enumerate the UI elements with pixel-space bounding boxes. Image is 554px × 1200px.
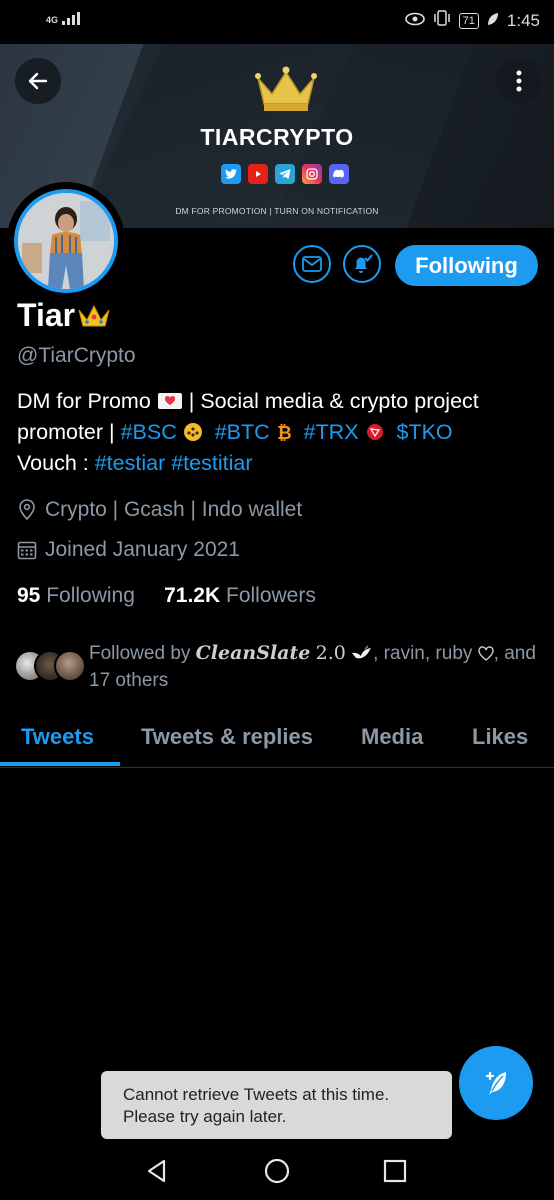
location-pin-icon <box>19 499 35 521</box>
follower-name: CleanSlate <box>195 642 311 664</box>
bio-text: DM for Promo <box>17 389 151 413</box>
nav-recents-icon[interactable] <box>382 1158 408 1184</box>
twitter-icon <box>221 164 241 184</box>
banner-brand: TIARCRYPTO <box>200 124 354 150</box>
svg-text:₿: ₿ <box>277 423 292 442</box>
profile-bio: DM for Promo | Social media & crypto pro… <box>17 386 547 479</box>
compose-feather-icon <box>485 1071 506 1095</box>
active-tab-indicator <box>0 762 120 766</box>
following-count-link[interactable]: 95 Following <box>17 584 135 607</box>
following-button[interactable]: Following <box>395 245 538 286</box>
notifications-button[interactable] <box>343 245 381 283</box>
followed-by-others: 17 others <box>89 670 169 691</box>
toast-line-2: Please try again later. <box>123 1107 287 1126</box>
envelope-icon <box>302 256 322 272</box>
more-options-button[interactable] <box>496 58 542 104</box>
tab-likes[interactable]: Likes <box>472 724 528 750</box>
back-button[interactable] <box>15 58 61 104</box>
followed-by-text: Followed by CleanSlate 2.0 , ravin, ruby… <box>89 640 549 694</box>
bell-check-icon <box>355 254 373 273</box>
followed-by-and: , and <box>493 643 536 664</box>
bio-text: promoter | <box>17 420 115 444</box>
tron-coin-icon <box>366 424 383 440</box>
profile-tabs: Tweets Tweets & replies Media Likes <box>0 718 554 768</box>
bitcoin-icon: ₿ <box>277 423 292 442</box>
tab-tweets-replies[interactable]: Tweets & replies <box>141 724 313 750</box>
leaf-icon <box>487 11 499 31</box>
discord-icon <box>329 164 349 184</box>
signal-indicator: 4G <box>46 12 81 25</box>
avatar <box>54 650 86 682</box>
followers-count: 71.2K <box>164 584 221 607</box>
clock-time: 1:45 <box>506 10 540 30</box>
following-count: 95 <box>17 584 41 607</box>
crown-logo <box>255 66 317 111</box>
hashtag-trx[interactable]: #TRX <box>304 420 359 444</box>
telegram-icon <box>275 164 295 184</box>
bio-text: | Social media & crypto project <box>188 389 479 413</box>
arrow-left-icon <box>28 72 48 90</box>
bio-text: Vouch : <box>17 451 89 475</box>
dove-icon <box>352 645 372 659</box>
signal-icon <box>62 12 81 25</box>
profile-name: Tiar <box>17 297 76 333</box>
profile-avatar[interactable] <box>11 186 121 296</box>
cashtag-tko[interactable]: $TKO <box>397 420 453 444</box>
instagram-icon <box>302 164 322 184</box>
error-toast: Cannot retrieve Tweets at this time. Ple… <box>101 1071 452 1139</box>
followed-by-row[interactable]: Followed by CleanSlate 2.0 , ravin, ruby… <box>14 640 544 700</box>
toast-line-1: Cannot retrieve Tweets at this time. <box>123 1085 390 1104</box>
location-text: Crypto | Gcash | Indo wallet <box>45 498 303 521</box>
followed-by-prefix: Followed by <box>89 643 191 664</box>
youtube-icon <box>248 164 268 184</box>
followers-count-link[interactable]: 71.2K Followers <box>164 584 316 607</box>
bsc-coin-icon <box>183 423 202 441</box>
status-bar: 4G 71 1:45 <box>0 0 554 44</box>
nav-back-icon[interactable] <box>144 1158 170 1184</box>
follow-counts: 95 Following 71.2K Followers <box>17 584 316 608</box>
network-type: 4G <box>46 15 59 25</box>
following-label: Following <box>46 584 135 607</box>
kebab-menu-icon <box>516 70 522 92</box>
vibrate-icon <box>433 10 451 31</box>
follower-name-suffix: 2.0 <box>315 642 346 664</box>
avatar-photo <box>14 189 118 293</box>
eye-icon <box>404 11 425 31</box>
hashtag-testiar[interactable]: #testiar <box>95 451 166 475</box>
profile-handle: @TiarCrypto <box>17 344 136 367</box>
hashtag-testitiar[interactable]: #testitiar <box>171 451 252 475</box>
followed-by-rest: , ravin, ruby <box>373 643 473 664</box>
profile-joined: Joined January 2021 <box>17 538 240 562</box>
battery-indicator: 71 <box>458 12 479 29</box>
joined-text: Joined January 2021 <box>45 538 240 561</box>
profile-name-row: Tiar <box>17 297 111 334</box>
heart-outline-icon <box>477 646 494 661</box>
message-button[interactable] <box>293 245 331 283</box>
nav-home-icon[interactable] <box>264 1158 290 1184</box>
followers-label: Followers <box>226 584 316 607</box>
system-nav-bar <box>0 1140 554 1200</box>
compose-tweet-button[interactable] <box>459 1046 533 1120</box>
calendar-icon <box>17 541 37 560</box>
love-letter-icon <box>157 393 182 409</box>
mutual-avatars <box>14 650 86 682</box>
hashtag-btc[interactable]: #BTC <box>215 420 270 444</box>
profile-location: Crypto | Gcash | Indo wallet <box>17 498 302 522</box>
tab-tweets[interactable]: Tweets <box>21 724 94 750</box>
hashtag-bsc[interactable]: #BSC <box>121 420 177 444</box>
crown-emoji-icon <box>78 304 110 326</box>
social-icons <box>221 164 349 184</box>
tab-media[interactable]: Media <box>361 724 423 750</box>
